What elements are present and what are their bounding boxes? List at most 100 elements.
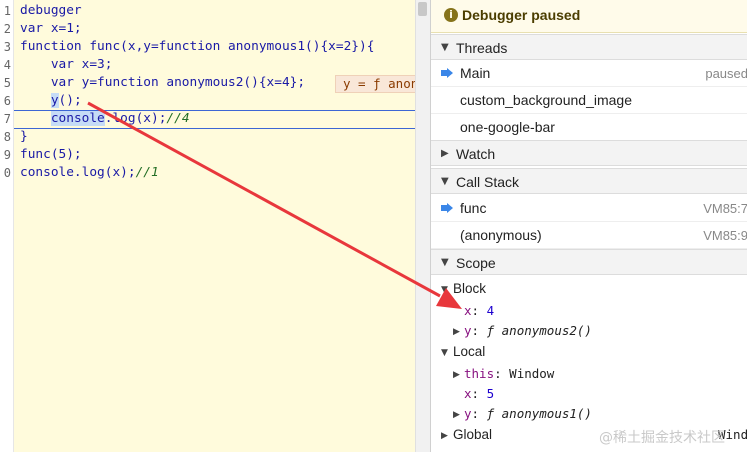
frame-name: (anonymous) xyxy=(460,227,542,243)
thread-name: one-google-bar xyxy=(460,119,555,135)
current-pointer-icon xyxy=(441,68,453,78)
line-number[interactable]: 4 xyxy=(0,56,11,74)
line-number[interactable]: 8 xyxy=(0,128,11,146)
property-value: 4 xyxy=(486,303,495,318)
code-line[interactable]: 6 y(); xyxy=(0,92,415,110)
code-token: var y=function anonymous2(){x=4}; xyxy=(20,75,306,90)
expand-triangle-icon: ▼ xyxy=(441,42,449,53)
collapsed-triangle-icon[interactable]: ▶ xyxy=(453,322,460,342)
code-token: debugger xyxy=(20,3,82,18)
code-comment: //1 xyxy=(135,165,159,180)
thread-status: paused xyxy=(705,66,747,81)
code-line[interactable]: 4 var x=3; xyxy=(0,56,415,74)
scope-section-header[interactable]: ▼ Scope xyxy=(431,249,747,275)
code-token: var x=3; xyxy=(20,57,113,72)
expand-triangle-icon: ▼ xyxy=(441,176,449,187)
code-line[interactable]: 0 console.log(x);//1 xyxy=(0,164,415,182)
collapsed-triangle-icon: ▶ xyxy=(441,431,448,441)
code-token: } xyxy=(20,129,28,144)
code-text: y(); xyxy=(20,92,82,110)
code-line[interactable]: 7 console.log(x);//4 xyxy=(0,110,415,128)
scope-property-y[interactable]: ▶ y: ƒ anonymous1() xyxy=(431,404,747,424)
scope-property-x[interactable]: x: 5 xyxy=(431,384,747,404)
expand-triangle-icon: ▼ xyxy=(441,348,448,358)
thread-row-one-google-bar[interactable]: one-google-bar xyxy=(431,114,747,141)
code-editor[interactable]: 1 debugger 2 var x=1; 3 function func(x,y=fun… xyxy=(0,0,415,452)
code-line[interactable]: 1 debugger xyxy=(0,2,415,20)
scope-property-this[interactable]: ▶ this: Window xyxy=(431,364,747,384)
code-token: (); xyxy=(58,93,82,108)
scope-local-header[interactable]: ▼ Local xyxy=(431,342,747,362)
line-number[interactable]: 3 xyxy=(0,38,11,56)
editor-scroll-thumb[interactable] xyxy=(418,2,427,16)
code-text: } xyxy=(20,128,28,146)
line-number[interactable]: 7 xyxy=(0,110,11,128)
line-number[interactable]: 9 xyxy=(0,146,11,164)
code-token: var x=1; xyxy=(20,21,82,36)
code-text: console.log(x);//4 xyxy=(20,110,190,128)
section-title: Threads xyxy=(456,40,508,56)
info-icon: i xyxy=(444,8,458,22)
property-name: y xyxy=(464,323,472,338)
code-line[interactable]: 3 function func(x,y=function anonymous1()… xyxy=(0,38,415,56)
collapsed-triangle-icon[interactable]: ▶ xyxy=(453,365,460,385)
highlighted-token: console xyxy=(50,111,105,126)
scope-block-label: Block xyxy=(453,281,487,296)
property-name: x xyxy=(464,386,472,401)
scope-global-label: Global xyxy=(453,427,493,442)
current-pointer-icon xyxy=(441,203,453,213)
current-line-bottom-border xyxy=(14,128,415,129)
scope-block-header[interactable]: ▼ Block xyxy=(431,279,747,299)
collapsed-triangle-icon: ▶ xyxy=(441,148,449,159)
property-value: ƒ anonymous2() xyxy=(486,323,592,338)
expand-triangle-icon: ▼ xyxy=(441,257,449,268)
property-value: ƒ anonymous1() xyxy=(486,406,592,421)
code-text: func(5); xyxy=(20,146,82,164)
code-token: function func(x,y=function anonymous1(){… xyxy=(20,39,375,54)
call-frame-anonymous[interactable]: (anonymous) VM85:9 xyxy=(431,222,747,249)
thread-row-custom-background-image[interactable]: custom_background_image xyxy=(431,87,747,114)
current-line-top-border xyxy=(14,110,415,111)
property-value: 5 xyxy=(486,386,495,401)
code-text: console.log(x);//1 xyxy=(20,164,159,182)
code-line[interactable]: 9 func(5); xyxy=(0,146,415,164)
section-title: Scope xyxy=(456,255,496,271)
section-title: Watch xyxy=(456,146,496,162)
code-line[interactable]: 8} xyxy=(0,128,415,146)
scope-property-y[interactable]: ▶ y: ƒ anonymous2() xyxy=(431,321,747,341)
code-text: function func(x,y=function anonymous1(){… xyxy=(20,38,374,56)
watch-section-header[interactable]: ▶ Watch xyxy=(431,140,747,166)
code-text: debugger xyxy=(20,2,82,20)
collapsed-triangle-icon[interactable]: ▶ xyxy=(453,405,460,425)
line-number[interactable]: 5 xyxy=(0,74,11,92)
threads-section-header[interactable]: ▼ Threads xyxy=(431,34,747,60)
frame-name: func xyxy=(460,200,487,216)
code-line[interactable]: 2 var x=1; xyxy=(0,20,415,38)
code-token: .log(x); xyxy=(104,111,167,126)
frame-location[interactable]: VM85:7 xyxy=(703,201,747,216)
thread-row-main[interactable]: Main paused xyxy=(431,60,747,87)
code-comment: //4 xyxy=(166,111,190,126)
frame-location[interactable]: VM85:9 xyxy=(703,228,747,243)
call-stack-section-header[interactable]: ▼ Call Stack xyxy=(431,168,747,194)
call-frame-func[interactable]: func VM85:7 xyxy=(431,195,747,222)
scope-property-x[interactable]: x: 4 xyxy=(431,301,747,321)
line-number[interactable]: 6 xyxy=(0,92,11,110)
property-name: y xyxy=(464,406,472,421)
code-token: func(5); xyxy=(20,147,82,162)
line-number[interactable]: 1 xyxy=(0,2,11,20)
line-number[interactable]: 2 xyxy=(0,20,11,38)
code-text: var x=3; xyxy=(20,56,113,74)
watermark-text: @稀土掘金技术社区 xyxy=(599,430,725,446)
code-text: var y=function anonymous2(){x=4}; xyxy=(20,74,305,92)
debugger-paused-banner: i Debugger paused xyxy=(431,0,747,33)
property-name: this xyxy=(464,366,495,381)
inline-value-badge: y = ƒ anonymous2 xyxy=(335,75,415,93)
editor-scrollbar[interactable] xyxy=(415,0,430,452)
code-token: console.log(x); xyxy=(20,165,136,180)
property-name: x xyxy=(464,303,472,318)
section-title: Call Stack xyxy=(456,174,520,190)
line-number[interactable]: 0 xyxy=(0,164,11,182)
